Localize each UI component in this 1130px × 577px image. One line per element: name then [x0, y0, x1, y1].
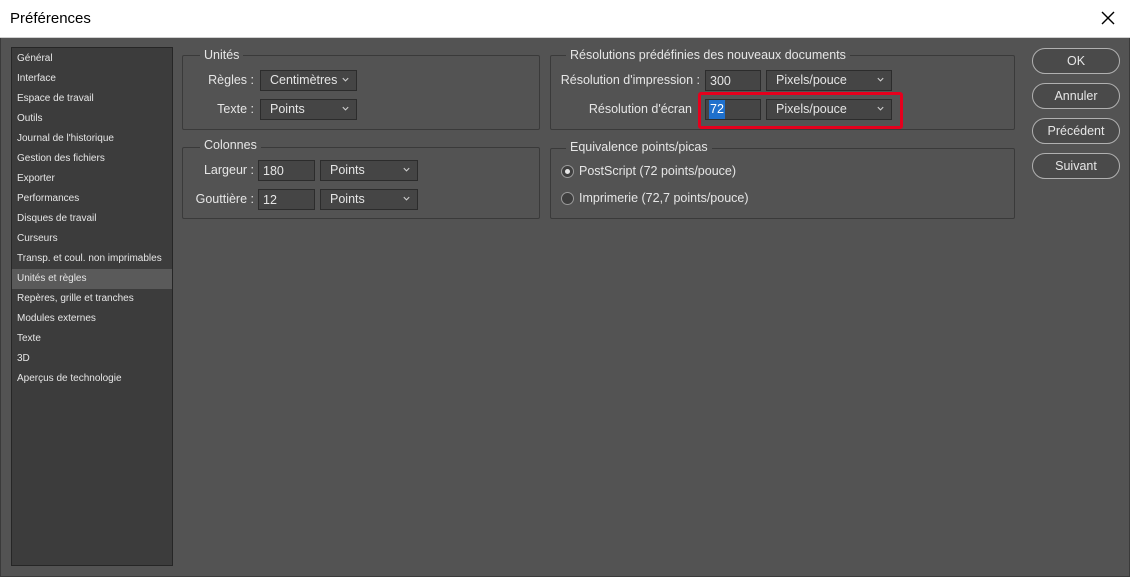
- chevron-down-icon: [877, 77, 884, 82]
- gutter-input[interactable]: [258, 189, 315, 210]
- sidebar-item-history-log[interactable]: Journal de l'historique: [12, 129, 172, 149]
- sidebar-item-technology-previews[interactable]: Aperçus de technologie: [12, 369, 172, 389]
- sidebar-item-type[interactable]: Texte: [12, 329, 172, 349]
- sidebar-item-scratch-disks[interactable]: Disques de travail: [12, 209, 172, 229]
- sidebar-item-performance[interactable]: Performances: [12, 189, 172, 209]
- postscript-radio[interactable]: [561, 165, 574, 178]
- title-bar: Préférences: [0, 0, 1130, 38]
- point-size-group-title: Equivalence points/picas: [566, 140, 712, 154]
- previous-button[interactable]: Précédent: [1032, 118, 1120, 144]
- chevron-down-icon: [403, 167, 410, 172]
- postscript-radio-label[interactable]: PostScript (72 points/pouce): [579, 164, 736, 178]
- sidebar-item-guides-grid-slices[interactable]: Repères, grille et tranches: [12, 289, 172, 309]
- print-resolution-input[interactable]: [705, 70, 761, 91]
- units-group: [182, 55, 540, 130]
- gutter-unit-select[interactable]: Points: [320, 189, 418, 210]
- traditional-radio[interactable]: [561, 192, 574, 205]
- print-resolution-label: Résolution d'impression :: [560, 73, 700, 87]
- type-unit-value: Points: [270, 102, 305, 116]
- screen-resolution-label: Résolution d'écran: [588, 102, 692, 116]
- screen-resolution-highlight: [698, 92, 903, 129]
- preferences-sidebar: Général Interface Espace de travail Outi…: [11, 47, 173, 566]
- sidebar-item-3d[interactable]: 3D: [12, 349, 172, 369]
- sidebar-item-general[interactable]: Général: [12, 49, 172, 69]
- column-width-label: Largeur :: [203, 163, 254, 177]
- window-title: Préférences: [10, 10, 91, 27]
- next-button[interactable]: Suivant: [1032, 153, 1120, 179]
- column-width-input[interactable]: [258, 160, 315, 181]
- point-size-group: [550, 148, 1015, 219]
- type-label: Texte :: [217, 102, 254, 116]
- rulers-label: Règles :: [208, 73, 254, 87]
- chevron-down-icon: [342, 77, 349, 82]
- cancel-button[interactable]: Annuler: [1032, 83, 1120, 109]
- close-icon[interactable]: [1098, 8, 1118, 28]
- sidebar-item-cursors[interactable]: Curseurs: [12, 229, 172, 249]
- columns-group-title: Colonnes: [200, 138, 261, 152]
- resolutions-group-title: Résolutions prédéfinies des nouveaux doc…: [566, 48, 850, 62]
- sidebar-item-plugins[interactable]: Modules externes: [12, 309, 172, 329]
- chevron-down-icon: [342, 106, 349, 111]
- rulers-unit-value: Centimètres: [270, 73, 338, 87]
- gutter-label: Gouttière :: [195, 192, 254, 206]
- units-group-title: Unités: [200, 48, 244, 62]
- sidebar-item-workspace[interactable]: Espace de travail: [12, 89, 172, 109]
- print-resolution-unit-value: Pixels/pouce: [776, 73, 847, 87]
- sidebar-item-file-handling[interactable]: Gestion des fichiers: [12, 149, 172, 169]
- gutter-unit-value: Points: [330, 192, 365, 206]
- column-width-unit-select[interactable]: Points: [320, 160, 418, 181]
- sidebar-item-export[interactable]: Exporter: [12, 169, 172, 189]
- chevron-down-icon: [403, 196, 410, 201]
- sidebar-item-interface[interactable]: Interface: [12, 69, 172, 89]
- print-resolution-unit-select[interactable]: Pixels/pouce: [766, 70, 892, 91]
- ok-button[interactable]: OK: [1032, 48, 1120, 74]
- sidebar-item-tools[interactable]: Outils: [12, 109, 172, 129]
- traditional-radio-label[interactable]: Imprimerie (72,7 points/pouce): [579, 191, 749, 205]
- column-width-unit-value: Points: [330, 163, 365, 177]
- type-unit-select[interactable]: Points: [260, 99, 357, 120]
- sidebar-item-units-rulers[interactable]: Unités et règles: [12, 269, 172, 289]
- rulers-unit-select[interactable]: Centimètres: [260, 70, 357, 91]
- sidebar-item-transparency-gamut[interactable]: Transp. et coul. non imprimables: [12, 249, 172, 269]
